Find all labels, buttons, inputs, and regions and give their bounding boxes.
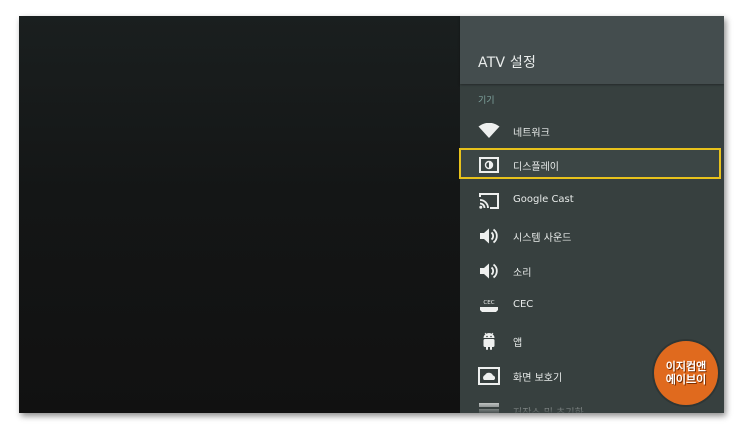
- speaker-icon: [478, 226, 500, 246]
- menu-item-google-cast[interactable]: Google Cast: [460, 184, 724, 218]
- settings-title: ATV 설정: [478, 55, 537, 71]
- menu-item-network[interactable]: 네트워크: [460, 114, 724, 148]
- menu-item-display[interactable]: 디스플레이: [459, 148, 724, 183]
- wifi-icon: [478, 121, 500, 141]
- menu-item-sound[interactable]: 소리: [460, 254, 724, 288]
- tv-screen: ATV 설정 기기 네트워크 디스플레이 Google Cast 시스템 사운드…: [19, 16, 724, 413]
- watermark-logo: 이지컴앤 에이브이: [654, 341, 718, 405]
- menu-item-label: Google Cast: [513, 194, 574, 205]
- svg-text:CEC: CEC: [483, 300, 494, 306]
- menu-item-label: 화면 보호기: [513, 373, 563, 384]
- menu-item-label: 디스플레이: [513, 162, 559, 173]
- display-icon: [478, 155, 500, 175]
- menu-item-system-sound[interactable]: 시스템 사운드: [460, 219, 724, 253]
- settings-header: ATV 설정: [460, 16, 724, 84]
- cast-icon: [478, 191, 500, 211]
- menu-item-cec[interactable]: CEC CEC: [460, 289, 724, 323]
- android-icon: [478, 331, 500, 351]
- watermark-line-1: 이지컴앤: [665, 360, 707, 373]
- cec-icon: CEC: [478, 296, 500, 316]
- menu-item-label: 저장소 및 초기화: [513, 404, 584, 413]
- background-content-area: [19, 16, 460, 413]
- menu-item-label: 앱: [513, 338, 523, 349]
- menu-item-label: CEC: [513, 299, 534, 310]
- watermark-line-2: 에이브이: [665, 373, 707, 386]
- storage-icon: [478, 401, 500, 413]
- screensaver-icon: [478, 366, 500, 386]
- menu-item-label: 소리: [513, 268, 532, 279]
- menu-item-label: 시스템 사운드: [513, 233, 572, 244]
- menu-item-label: 네트워크: [513, 128, 550, 139]
- speaker-icon: [478, 261, 500, 281]
- section-label-device: 기기: [478, 96, 495, 106]
